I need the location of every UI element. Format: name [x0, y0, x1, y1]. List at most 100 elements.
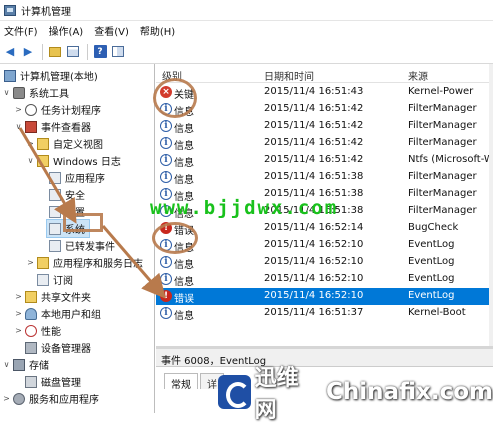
event-source: FilterManager: [408, 137, 477, 148]
tree-node-performance[interactable]: > 性能: [14, 322, 61, 339]
forward-arrow-icon[interactable]: ▶: [20, 44, 36, 60]
tree-node-application[interactable]: 应用程序: [47, 169, 105, 186]
event-row[interactable]: ! 错误 2015/11/4 16:52:14 BugCheck: [156, 220, 493, 237]
event-row[interactable]: i 信息 2015/11/4 16:52:10 EventLog: [156, 254, 493, 271]
event-row[interactable]: × 关键 2015/11/4 16:51:43 Kernel-Power: [156, 84, 493, 101]
expand-icon[interactable]: >: [14, 292, 23, 301]
event-datetime: 2015/11/4 16:52:10: [264, 239, 364, 250]
event-datetime: 2015/11/4 16:51:38: [264, 171, 364, 182]
expand-icon[interactable]: >: [26, 139, 35, 148]
expand-icon[interactable]: >: [2, 394, 11, 403]
tree-node-computer-management[interactable]: 计算机管理(本地): [2, 67, 98, 84]
tree-label: Windows 日志: [53, 157, 121, 168]
collapse-icon[interactable]: ∨: [26, 156, 35, 165]
collapse-icon[interactable]: ∨: [2, 88, 11, 97]
tree-node-disk-management[interactable]: 磁盘管理: [23, 373, 81, 390]
event-list-header: 级别 日期和时间 来源: [156, 64, 493, 83]
tree-label: 磁盘管理: [41, 378, 81, 389]
tree-node-security[interactable]: 安全: [47, 186, 85, 203]
tree-node-storage[interactable]: ∨ 存储: [2, 356, 49, 373]
action-pane-icon[interactable]: [110, 44, 126, 60]
column-header-datetime[interactable]: 日期和时间: [264, 68, 314, 83]
tree-node-custom-views[interactable]: > 自定义视图: [26, 135, 103, 152]
menu-help[interactable]: 帮助(H): [136, 23, 179, 38]
tree-node-services-applications[interactable]: > 服务和应用程序: [2, 390, 99, 407]
tree-node-subscriptions[interactable]: 订阅: [35, 271, 73, 288]
watermark-text: www.bjjdwx.com: [150, 197, 339, 219]
event-datetime: 2015/11/4 16:52:10: [264, 273, 364, 284]
event-level: 信息: [174, 260, 194, 271]
event-source: EventLog: [408, 239, 455, 250]
event-datetime: 2015/11/4 16:52:10: [264, 290, 364, 301]
tree-label: 设备管理器: [41, 344, 91, 355]
event-row[interactable]: i 信息 2015/11/4 16:51:37 Kernel-Boot: [156, 305, 493, 322]
event-source: EventLog: [408, 256, 455, 267]
toolbar-divider: [42, 43, 43, 60]
up-folder-icon[interactable]: [47, 44, 63, 60]
event-source: Ntfs (Microsoft-W: [408, 154, 493, 165]
device-manager-icon: [25, 341, 37, 354]
folder-icon: [37, 154, 49, 167]
expand-icon[interactable]: >: [26, 258, 35, 267]
back-arrow-icon[interactable]: ◀: [2, 44, 18, 60]
expand-icon[interactable]: >: [14, 309, 23, 318]
log-icon: [49, 171, 61, 184]
menu-view[interactable]: 查看(V): [90, 23, 133, 38]
tree-node-event-viewer[interactable]: ∨ 事件查看器: [14, 118, 91, 135]
event-row[interactable]: i 信息 2015/11/4 16:51:42 FilterManager: [156, 101, 493, 118]
column-header-source[interactable]: 来源: [408, 68, 428, 83]
menu-action[interactable]: 操作(A): [45, 23, 88, 38]
collapse-icon[interactable]: ∨: [14, 122, 23, 131]
show-hide-tree-icon[interactable]: [65, 44, 81, 60]
services-icon: [13, 392, 25, 405]
event-source: FilterManager: [408, 120, 477, 131]
log-icon: [49, 222, 61, 235]
event-datetime: 2015/11/4 16:52:10: [264, 256, 364, 267]
event-datetime: 2015/11/4 16:51:43: [264, 86, 364, 97]
collapse-icon[interactable]: ∨: [2, 360, 11, 369]
expand-icon[interactable]: >: [14, 105, 23, 114]
tree-label: 自定义视图: [53, 140, 103, 151]
event-row[interactable]: i 信息 2015/11/4 16:51:42 FilterManager: [156, 118, 493, 135]
event-source: BugCheck: [408, 222, 459, 233]
computer-icon: [4, 69, 16, 82]
expand-icon[interactable]: >: [14, 326, 23, 335]
event-source: FilterManager: [408, 103, 477, 114]
info-icon: i: [160, 307, 172, 319]
users-icon: [25, 307, 37, 320]
tree-node-apps-services-logs[interactable]: > 应用程序和服务日志: [26, 254, 143, 271]
tree-label: 任务计划程序: [41, 106, 101, 117]
tree-label: 服务和应用程序: [29, 395, 99, 406]
tree-label: 存储: [29, 361, 49, 372]
info-icon: i: [160, 256, 172, 268]
tools-icon: [13, 86, 25, 99]
event-row[interactable]: i 信息 2015/11/4 16:51:42 FilterManager: [156, 135, 493, 152]
navigation-tree: 计算机管理(本地) ∨ 系统工具 > 任务计划程序 ∨ 事件查看器 > 自定义视图 ∨ W…: [0, 64, 155, 413]
event-level: 信息: [174, 124, 194, 135]
event-row[interactable]: i 信息 2015/11/4 16:51:42 Ntfs (Microsoft-W: [156, 152, 493, 169]
shared-folder-icon: [25, 290, 37, 303]
tree-node-task-scheduler[interactable]: > 任务计划程序: [14, 101, 101, 118]
menu-file[interactable]: 文件(F): [0, 23, 42, 38]
tree-label: 应用程序和服务日志: [53, 259, 143, 270]
tree-node-local-users-groups[interactable]: > 本地用户和组: [14, 305, 101, 322]
event-row[interactable]: i 信息 2015/11/4 16:52:10 EventLog: [156, 271, 493, 288]
info-icon: i: [160, 120, 172, 132]
tree-label: 安全: [65, 191, 85, 202]
tree-label: 系统工具: [29, 89, 69, 100]
tree-node-device-manager[interactable]: 设备管理器: [23, 339, 91, 356]
event-row[interactable]: i 信息 2015/11/4 16:52:10 EventLog: [156, 237, 493, 254]
event-row[interactable]: ! 错误 2015/11/4 16:52:10 EventLog: [156, 288, 493, 305]
help-icon[interactable]: ?: [92, 44, 108, 60]
subscription-icon: [37, 273, 49, 286]
tab-general[interactable]: 常规: [164, 373, 198, 391]
tree-node-shared-folders[interactable]: > 共享文件夹: [14, 288, 91, 305]
window-title: 计算机管理: [21, 6, 71, 18]
event-list-scrollbar[interactable]: [489, 64, 493, 346]
tree-node-windows-logs[interactable]: ∨ Windows 日志: [26, 152, 121, 169]
tree-node-forwarded-events[interactable]: 已转发事件: [47, 237, 115, 254]
tree-label: 已转发事件: [65, 242, 115, 253]
event-datetime: 2015/11/4 16:52:14: [264, 222, 364, 233]
event-row[interactable]: i 信息 2015/11/4 16:51:38 FilterManager: [156, 169, 493, 186]
tree-node-system-tools[interactable]: ∨ 系统工具: [2, 84, 69, 101]
